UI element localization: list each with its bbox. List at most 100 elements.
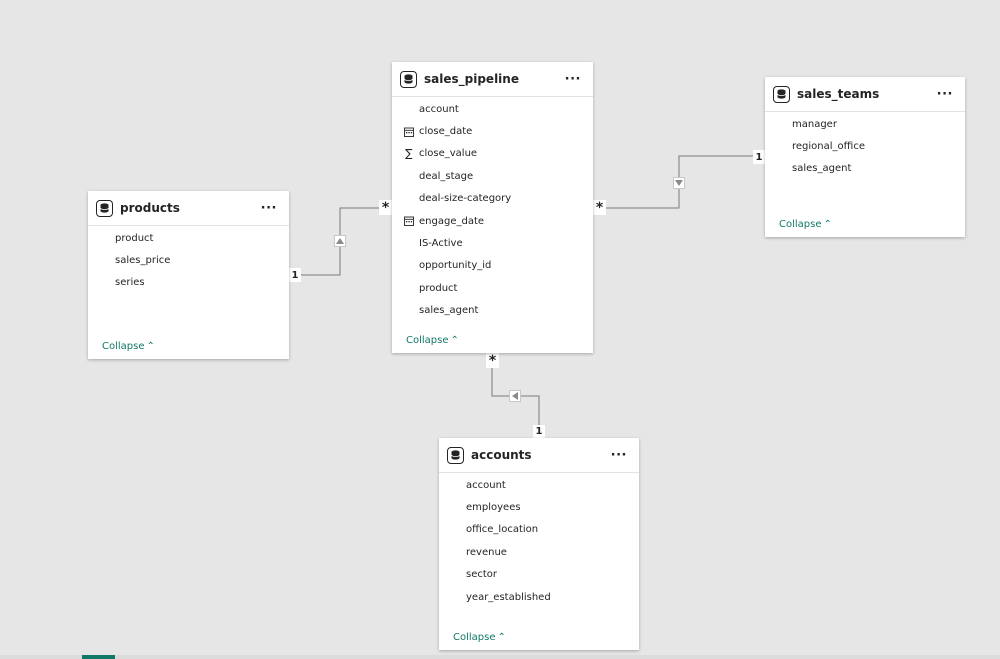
table-title: sales_pipeline: [424, 72, 519, 86]
blank-icon: [403, 260, 415, 272]
cardinality-many-products: *: [379, 200, 392, 216]
collapse-label: Collapse: [102, 341, 145, 352]
field-name: product: [419, 282, 458, 294]
cardinality-one-accounts: 1: [533, 425, 545, 438]
field-row[interactable]: deal_stage: [392, 165, 593, 187]
blank-icon: [403, 103, 415, 115]
blank-icon: [99, 232, 111, 244]
field-name: series: [115, 277, 145, 289]
field-row[interactable]: account: [392, 98, 593, 120]
cardinality-many-sales-teams: *: [593, 200, 606, 216]
collapse-label: Collapse: [779, 219, 822, 230]
field-name: sales_price: [115, 255, 171, 267]
table-header[interactable]: sales_teams ···: [765, 77, 965, 112]
field-name: office_location: [466, 524, 539, 536]
table-card-sales-teams[interactable]: sales_teams ··· manager regional_office …: [765, 77, 965, 237]
field-row[interactable]: office_location: [439, 519, 639, 541]
field-row[interactable]: IS-Active: [392, 232, 593, 254]
field-row[interactable]: sales_agent: [392, 300, 593, 322]
field-name: regional_office: [792, 141, 865, 153]
blank-icon: [776, 163, 788, 175]
field-row[interactable]: account: [439, 474, 639, 496]
chevron-up-icon: ⌃: [450, 335, 459, 346]
cardinality-one-sales-teams: 1: [753, 150, 765, 164]
active-page-tab[interactable]: [82, 655, 115, 659]
database-icon: [773, 85, 790, 103]
field-name: sales_agent: [792, 163, 852, 175]
field-row[interactable]: product: [392, 277, 593, 299]
calendar-icon: [403, 215, 415, 227]
database-icon: [447, 446, 464, 464]
table-card-accounts[interactable]: accounts ··· account employees office_lo…: [439, 438, 639, 650]
table-card-sales-pipeline[interactable]: sales_pipeline ··· account close_date ∑ c…: [392, 62, 593, 353]
field-row[interactable]: regional_office: [765, 135, 965, 157]
field-name: revenue: [466, 546, 507, 558]
more-options-icon[interactable]: ···: [565, 72, 581, 87]
field-list: manager regional_office sales_agent: [765, 112, 965, 180]
model-canvas[interactable]: 1 * * 1 * 1 products ··· product sales_p…: [0, 0, 1000, 659]
blank-icon: [450, 569, 462, 581]
blank-icon: [99, 277, 111, 289]
blank-icon: [403, 238, 415, 250]
field-row[interactable]: engage_date: [392, 210, 593, 232]
field-name: account: [419, 103, 459, 115]
blank-icon: [403, 170, 415, 182]
field-row[interactable]: sector: [439, 564, 639, 586]
field-row[interactable]: employees: [439, 496, 639, 518]
more-options-icon[interactable]: ···: [937, 87, 953, 102]
collapse-label: Collapse: [406, 335, 449, 346]
more-options-icon[interactable]: ···: [261, 201, 277, 216]
field-name: IS-Active: [419, 238, 463, 250]
database-icon: [96, 199, 113, 217]
field-row[interactable]: product: [88, 227, 289, 249]
page-tab-bar: [0, 655, 1000, 659]
more-options-icon[interactable]: ···: [611, 448, 627, 463]
field-name: sector: [466, 569, 498, 581]
field-row[interactable]: opportunity_id: [392, 255, 593, 277]
field-list: account close_date ∑ close_value deal_sta…: [392, 97, 593, 322]
filter-direction-down-icon[interactable]: [673, 177, 685, 189]
field-name: account: [466, 479, 506, 491]
blank-icon: [450, 524, 462, 536]
field-name: engage_date: [419, 215, 485, 227]
cardinality-many-accounts: *: [486, 353, 499, 369]
blank-icon: [403, 305, 415, 317]
field-row[interactable]: series: [88, 272, 289, 294]
blank-icon: [99, 255, 111, 267]
collapse-button[interactable]: Collapse ⌃: [406, 335, 459, 346]
chevron-up-icon: ⌃: [823, 219, 832, 230]
field-row[interactable]: manager: [765, 113, 965, 135]
filter-direction-left-icon[interactable]: [509, 390, 521, 402]
field-row[interactable]: revenue: [439, 541, 639, 563]
cardinality-one-products: 1: [289, 268, 301, 282]
field-row[interactable]: sales_agent: [765, 158, 965, 180]
field-name: close_value: [419, 148, 478, 160]
field-row[interactable]: ∑ close_value: [392, 143, 593, 165]
filter-direction-up-icon[interactable]: [334, 235, 346, 247]
field-name: close_date: [419, 126, 473, 138]
table-header[interactable]: sales_pipeline ···: [392, 62, 593, 97]
table-header[interactable]: accounts ···: [439, 438, 639, 473]
table-card-products[interactable]: products ··· product sales_price series …: [88, 191, 289, 359]
collapse-label: Collapse: [453, 632, 496, 643]
blank-icon: [403, 282, 415, 294]
blank-icon: [776, 141, 788, 153]
field-name: sales_agent: [419, 305, 479, 317]
collapse-button[interactable]: Collapse ⌃: [102, 341, 155, 352]
collapse-button[interactable]: Collapse ⌃: [453, 632, 506, 643]
field-row[interactable]: sales_price: [88, 249, 289, 271]
table-header[interactable]: products ···: [88, 191, 289, 226]
field-name: manager: [792, 118, 837, 130]
blank-icon: [403, 193, 415, 205]
field-name: opportunity_id: [419, 260, 492, 272]
field-row[interactable]: year_established: [439, 586, 639, 608]
collapse-button[interactable]: Collapse ⌃: [779, 219, 832, 230]
chevron-up-icon: ⌃: [146, 341, 155, 352]
field-name: deal-size-category: [419, 193, 512, 205]
blank-icon: [450, 591, 462, 603]
blank-icon: [450, 546, 462, 558]
field-row[interactable]: deal-size-category: [392, 188, 593, 210]
database-icon: [400, 70, 417, 88]
field-row[interactable]: close_date: [392, 120, 593, 142]
blank-icon: [450, 479, 462, 491]
